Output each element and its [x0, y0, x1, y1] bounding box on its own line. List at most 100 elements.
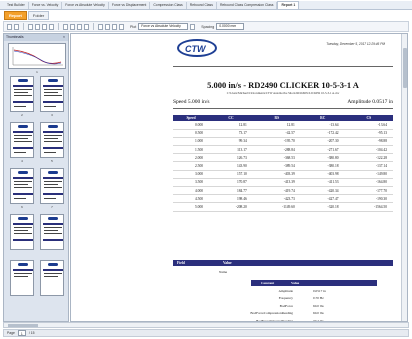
tab-rebound-class[interactable]: Rebound Class	[187, 2, 217, 9]
table-row: 0.500 73.17 -42.57 -172.42 -95.13	[173, 129, 393, 138]
fit-page-icon[interactable]	[77, 23, 82, 30]
table-cell: -403.98	[300, 170, 345, 179]
thumbnail-page-number: 6	[21, 205, 23, 209]
thumbnail-page[interactable]	[10, 122, 34, 158]
table-row: 5.000 -208.20 -1149.60 -320.18 -1564.50	[173, 202, 393, 212]
force-table: Speed CC RS RC CS 0.000 12.81 12.81 -13.64-…	[173, 115, 393, 212]
close-icon[interactable]: ×	[63, 34, 65, 41]
table-cell: -42.57	[252, 129, 301, 138]
plot-select[interactable]: Force vs Absolute Velocity	[138, 23, 189, 30]
table-cell: -207.30	[300, 137, 345, 147]
field-name-label: Name	[219, 270, 228, 274]
single-page-icon[interactable]	[98, 23, 103, 30]
thumbnail-chart-page[interactable]	[8, 43, 66, 69]
table-cell: -389.54	[252, 161, 301, 171]
table-row: 3.500 170.87 -413.39 -411.53 -164.80	[173, 178, 393, 188]
settings-icon[interactable]	[119, 23, 124, 30]
thumbnail-page[interactable]	[40, 76, 64, 112]
table-cell: 4.000	[173, 186, 210, 196]
scrollbar-thumb[interactable]	[403, 48, 407, 88]
tab-force-velocity[interactable]: Force vs. Velocity	[29, 2, 63, 9]
report-title: 5.000 in/s - RD2490 CLICKER 10-5-3-1 A	[207, 80, 359, 90]
table-row: 4.000 184.77 -419.74 -420.34 -177.70	[173, 186, 393, 196]
parameter-name: BodForce	[279, 303, 293, 308]
thumbnail-page-number: 7	[51, 205, 53, 209]
next-page-icon[interactable]	[42, 23, 47, 30]
table-cell: -271.67	[300, 145, 345, 155]
parameter-value: 60.0 lbs	[313, 303, 324, 308]
fit-width-icon[interactable]	[84, 23, 89, 30]
value-column-header: Value	[223, 261, 232, 265]
table-cell: 170.87	[209, 178, 253, 188]
report-date: Tuesday, December 5, 2017 12:29:46 PM	[326, 42, 385, 46]
table-cell: 2.500	[173, 161, 210, 171]
report-page: CTW Tuesday, December 5, 2017 12:29:46 P…	[163, 34, 403, 321]
table-cell: -413.39	[252, 178, 301, 188]
vertical-scrollbar[interactable]	[401, 34, 407, 321]
thumbnail-page[interactable]	[10, 260, 34, 296]
print-icon[interactable]	[7, 23, 12, 30]
table-cell: -164.80	[344, 178, 393, 188]
tab-force-abs-velocity[interactable]: Force vs Absolute Velocity	[62, 2, 109, 9]
parameter-row: BodForceCompressionReading 60.0 lbs	[203, 310, 393, 317]
spacing-input[interactable]: 0.0000 mm	[216, 23, 245, 30]
thumbnail-page-number: 5	[51, 159, 53, 163]
tab-force-displacement[interactable]: Force vs Displacement	[109, 2, 151, 9]
table-cell: 3.500	[173, 178, 210, 188]
table-cell: -172.42	[300, 129, 345, 138]
thumbnail-page[interactable]	[10, 214, 34, 250]
multi-page-icon[interactable]	[105, 23, 110, 30]
parameter-name: BodForceCompressionReading	[250, 311, 293, 316]
table-cell: 184.77	[209, 186, 253, 196]
tab-folder[interactable]: Folder	[27, 11, 50, 20]
constant-column-header: Constant	[261, 281, 275, 285]
export-icon[interactable]	[14, 23, 19, 30]
divider	[173, 108, 393, 109]
thumbnail-page-number: 4	[21, 159, 23, 163]
page-number-input[interactable]: 1	[17, 330, 26, 336]
table-cell: -368.53	[252, 153, 301, 163]
table-cell: -420.34	[300, 186, 345, 196]
thumbnail-page[interactable]	[10, 168, 34, 204]
parameter-value: 0.70 Hz	[313, 296, 324, 301]
last-page-icon[interactable]	[49, 23, 54, 30]
horizontal-scrollbar[interactable]	[3, 322, 409, 328]
table-cell: -403.39	[252, 170, 301, 179]
table-cell: -122.28	[344, 153, 393, 163]
thumbnail-page[interactable]	[10, 76, 34, 112]
thumbnail-page[interactable]	[40, 214, 64, 250]
tab-compression-class[interactable]: Compression Class	[150, 2, 187, 9]
tab-rebound-compression-class[interactable]: Rebound Class Compression Class	[217, 2, 278, 9]
search-icon[interactable]	[112, 23, 117, 30]
status-bar: Page 1 / 15	[3, 329, 409, 337]
table-cell: 157.10	[209, 170, 253, 179]
report-viewer: CTW Tuesday, December 5, 2017 12:29:46 P…	[70, 33, 408, 322]
tab-report[interactable]: Report	[4, 11, 27, 20]
zoom-in-icon[interactable]	[63, 23, 68, 30]
tab-report-1[interactable]: Report 1	[277, 1, 300, 9]
chevron-down-icon[interactable]	[190, 23, 196, 30]
thumbnail-page[interactable]	[40, 168, 64, 204]
table-cell: 143.90	[209, 161, 253, 171]
page-count: / 15	[28, 331, 35, 335]
table-row: 0.000 12.81 12.81 -13.64 -13.64	[173, 121, 393, 130]
table-cell: -1149.60	[252, 202, 301, 212]
document-tab-strip: Test Builder Force vs. Velocity Force vs…	[0, 1, 412, 10]
table-cell: -98.88	[344, 137, 393, 147]
field-column-header: Field	[177, 261, 185, 265]
thumbnail-panel-header: Thumbnails ×	[4, 34, 68, 41]
first-page-icon[interactable]	[28, 23, 33, 30]
parameter-value: 0.0517 in	[313, 289, 326, 293]
table-row: 4.500 198.46 -423.73 -427.47 -190.30	[173, 194, 393, 204]
divider	[173, 66, 393, 67]
thumbnail-page[interactable]	[40, 260, 64, 296]
table-body: 0.000 12.81 12.81 -13.64 -13.64 0.500 73.17 -42…	[173, 121, 393, 212]
zoom-out-icon[interactable]	[70, 23, 75, 30]
previous-page-icon[interactable]	[35, 23, 40, 30]
thumbnail-page[interactable]	[40, 122, 64, 158]
tab-test-builder[interactable]: Test Builder	[4, 2, 29, 9]
toolbar-divider	[58, 23, 59, 30]
table-cell: -195.70	[252, 137, 301, 147]
scrollbar-thumb[interactable]	[8, 324, 38, 327]
table-cell: 12.81	[252, 121, 301, 130]
